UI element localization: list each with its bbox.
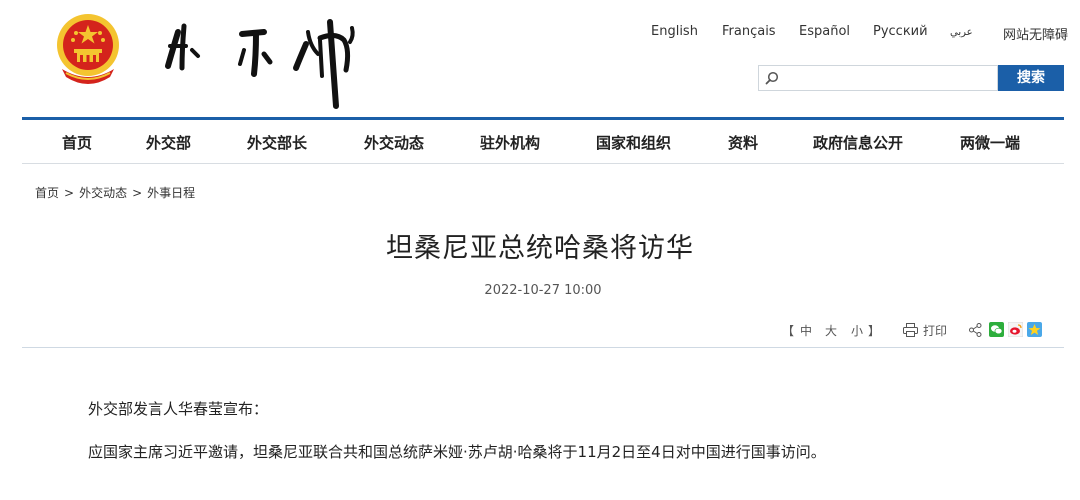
print-button[interactable]: 打印: [923, 322, 947, 339]
nav-item-minister[interactable]: 外交部长: [247, 132, 307, 153]
article-date: 2022-10-27 10:00: [484, 283, 602, 298]
nav-item-gov-info[interactable]: 政府信息公开: [813, 132, 903, 153]
share-icon[interactable]: [969, 323, 982, 337]
lang-french-link[interactable]: Français: [722, 24, 776, 39]
search-icon: [765, 71, 779, 85]
font-size-large-button[interactable]: 大: [825, 322, 837, 339]
search-input[interactable]: [781, 69, 995, 89]
search-button[interactable]: 搜索: [998, 65, 1064, 91]
lang-arabic-link[interactable]: عربي: [950, 27, 973, 38]
breadcrumb-schedule[interactable]: 外事日程: [147, 186, 195, 200]
font-size-small-button[interactable]: 小: [851, 322, 863, 339]
article-paragraph-2: 应国家主席习近平邀请，坦桑尼亚联合共和国总统萨米娅·苏卢胡·哈桑将于11月2日至…: [88, 443, 826, 461]
main-nav: 首页 外交部 外交部长 外交动态 驻外机构 国家和组织 资料 政府信息公开 两微…: [22, 120, 1064, 164]
article-title: 坦桑尼亚总统哈桑将访华: [386, 233, 694, 264]
article-paragraph-1: 外交部发言人华春莹宣布：: [88, 400, 269, 418]
breadcrumb-separator: >: [64, 186, 75, 200]
national-emblem-logo[interactable]: [52, 11, 124, 87]
search-box: [758, 65, 998, 91]
font-size-bracket-open: 【: [782, 324, 795, 338]
nav-item-news[interactable]: 外交动态: [364, 132, 424, 153]
breadcrumb-news[interactable]: 外交动态: [79, 186, 127, 200]
font-size-bracket-close: 】: [868, 324, 881, 338]
ministry-calligraphy-logo[interactable]: [160, 10, 365, 110]
lang-english-link[interactable]: English: [651, 24, 698, 39]
wechat-share-icon[interactable]: [989, 322, 1004, 337]
font-size-medium-button[interactable]: 中: [800, 322, 812, 339]
weibo-share-icon[interactable]: [1008, 322, 1023, 337]
article-tools: 【 中 大 小 】 打印: [780, 322, 1070, 340]
print-icon[interactable]: [903, 323, 918, 337]
nav-item-resources[interactable]: 资料: [728, 132, 758, 153]
qzone-share-icon[interactable]: [1027, 322, 1042, 337]
breadcrumb-separator: >: [132, 186, 143, 200]
language-bar: English Français Español Русский عربي 网站…: [640, 24, 1070, 44]
lang-spanish-link[interactable]: Español: [799, 24, 850, 39]
breadcrumb-home[interactable]: 首页: [35, 186, 59, 200]
nav-item-social-media[interactable]: 两微一端: [960, 132, 1020, 153]
content-divider: [22, 347, 1064, 348]
nav-item-missions[interactable]: 驻外机构: [480, 132, 540, 153]
lang-russian-link[interactable]: Русский: [873, 24, 928, 39]
nav-item-home[interactable]: 首页: [62, 132, 92, 153]
breadcrumb: 首页 > 外交动态 > 外事日程: [35, 184, 195, 201]
nav-item-countries[interactable]: 国家和组织: [596, 132, 671, 153]
site-header: English Français Español Русский عربي 网站…: [0, 0, 1080, 118]
nav-item-ministry[interactable]: 外交部: [146, 132, 191, 153]
accessibility-link[interactable]: 网站无障碍: [1003, 24, 1068, 43]
